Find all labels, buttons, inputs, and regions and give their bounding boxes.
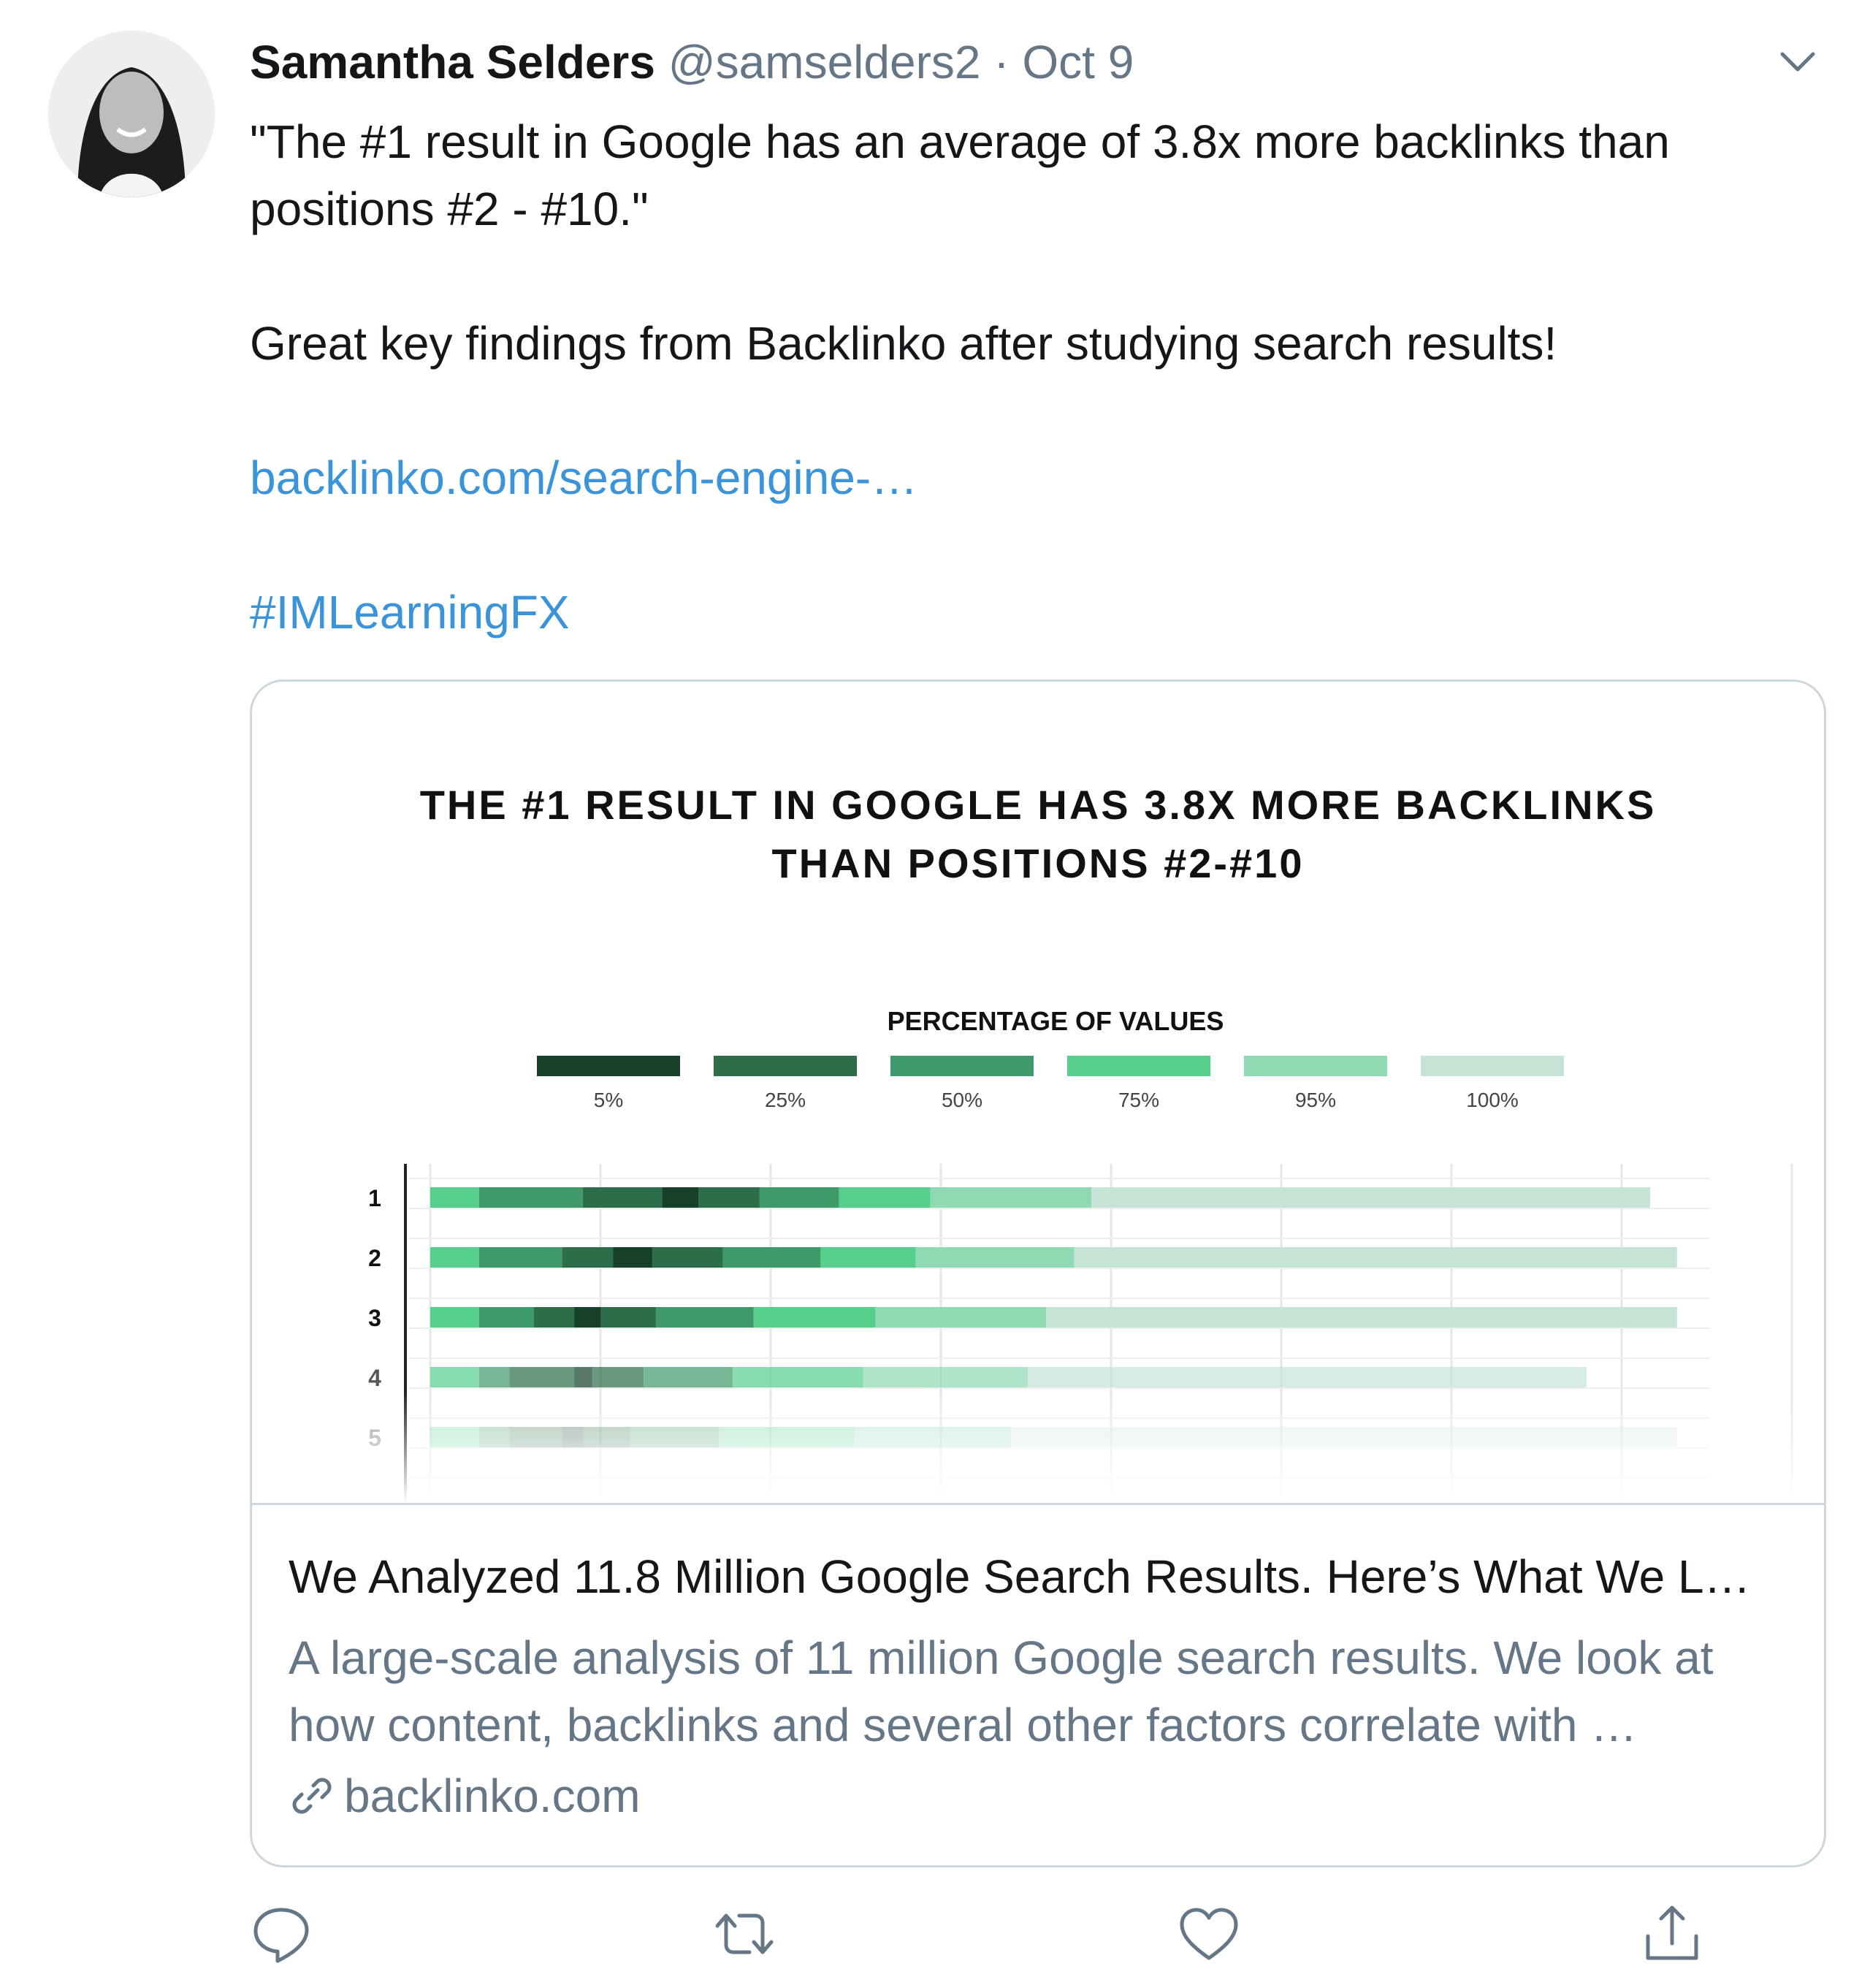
legend-swatch (1067, 1056, 1210, 1076)
card-image: THE #1 RESULT IN GOOGLE HAS 3.8X MORE BA… (252, 682, 1824, 1509)
reply-button[interactable] (250, 1903, 313, 1965)
bar-segment (1028, 1367, 1587, 1387)
card-domain[interactable]: backlinko.com (289, 1769, 641, 1823)
chart-title: THE #1 RESULT IN GOOGLE HAS 3.8X MORE BA… (420, 782, 1657, 828)
bar-segment (839, 1187, 931, 1208)
bar-segment (863, 1367, 1028, 1387)
link-preview-card[interactable]: THE #1 RESULT IN GOOGLE HAS 3.8X MORE BA… (250, 679, 1826, 1867)
legend-label: 95% (1295, 1089, 1336, 1111)
bar-segment (478, 1247, 562, 1268)
bar-segment (478, 1307, 534, 1328)
bar-segment (655, 1307, 754, 1328)
legend-label: 5% (594, 1089, 623, 1111)
bar-segment (1074, 1247, 1677, 1268)
link-icon (292, 1778, 332, 1814)
like-button[interactable] (1178, 1903, 1240, 1965)
bar-segment (662, 1187, 699, 1208)
author-name[interactable]: Samantha Selders (250, 36, 655, 88)
bar-segment (1046, 1307, 1677, 1328)
bar-segment (1091, 1187, 1650, 1208)
legend-label: 75% (1118, 1089, 1159, 1111)
chart-row (430, 1307, 1677, 1328)
bar-segment (875, 1307, 1047, 1328)
like-icon (1180, 1908, 1238, 1960)
card-domain-text: backlinko.com (344, 1770, 641, 1822)
legend-label: 50% (942, 1089, 982, 1111)
legend-swatch (537, 1056, 680, 1076)
bar-segment (613, 1247, 652, 1268)
bar-segment (430, 1247, 479, 1268)
tweet-text: "The #1 result in Google has an average … (250, 108, 1798, 646)
y-tick-label: 2 (368, 1245, 381, 1271)
bar-segment (644, 1367, 733, 1387)
avatar[interactable] (48, 31, 215, 197)
separator-dot: · (993, 36, 1010, 88)
bar-segment (820, 1247, 916, 1268)
bar-segment (533, 1307, 575, 1328)
bar-segment (478, 1187, 583, 1208)
bar-segment (733, 1367, 863, 1387)
legend-swatch (1244, 1056, 1387, 1076)
legend-swatch (890, 1056, 1034, 1076)
legend-swatch (714, 1056, 857, 1076)
bar-segment (930, 1187, 1092, 1208)
bar-segment (478, 1367, 510, 1387)
chart-fade (252, 1390, 1824, 1503)
bar-segment (600, 1307, 656, 1328)
y-tick-label: 1 (368, 1185, 381, 1211)
bar-segment (430, 1367, 479, 1387)
bar-segment (430, 1187, 479, 1208)
bar-segment (753, 1307, 876, 1328)
tweet-link[interactable]: backlinko.com/search-engine-… (250, 452, 917, 504)
tweet-date[interactable]: Oct 9 (1022, 36, 1134, 88)
card-description-line: how content, backlinks and several other… (289, 1699, 1638, 1751)
bar-segment (759, 1187, 839, 1208)
bar-segment (574, 1307, 601, 1328)
bar-segment (722, 1247, 821, 1268)
card-description: A large-scale analysis of 11 million Goo… (289, 1624, 1793, 1759)
bar-segment (592, 1367, 644, 1387)
card-title[interactable]: We Analyzed 11.8 Million Google Search R… (289, 1550, 1751, 1604)
profile-photo (48, 31, 215, 197)
chart-title-line2: THAN POSITIONS #2-#10 (772, 840, 1305, 886)
chart-row (430, 1187, 1650, 1208)
chart: THE #1 RESULT IN GOOGLE HAS 3.8X MORE BA… (252, 782, 1824, 1509)
bar-segment (509, 1367, 575, 1387)
bar-segment (574, 1367, 593, 1387)
tweet-text-line: positions #2 - #10." (250, 183, 649, 235)
legend-swatch (1421, 1056, 1564, 1076)
chart-row (430, 1247, 1677, 1268)
more-options-button[interactable] (1772, 37, 1823, 88)
legend-label: 25% (765, 1089, 806, 1111)
card-description-line: A large-scale analysis of 11 million Goo… (289, 1631, 1714, 1684)
y-tick-label: 4 (368, 1365, 381, 1391)
bar-segment (915, 1247, 1075, 1268)
share-icon (1646, 1905, 1698, 1960)
hashtag-link[interactable]: #IMLearningFX (250, 586, 570, 639)
tweet-text-paragraph: Great key findings from Backlinko after … (250, 317, 1557, 370)
chart-legend: 5% 25% 50% 75% 95% 100% (537, 1056, 1564, 1111)
tweet-text-line: "The #1 result in Google has an average … (250, 115, 1670, 168)
share-button[interactable] (1641, 1903, 1703, 1965)
retweet-button[interactable] (713, 1903, 776, 1965)
bar-segment (652, 1247, 723, 1268)
chart-row (430, 1367, 1587, 1387)
author-handle[interactable]: @samselders2 (668, 36, 981, 88)
bar-segment (698, 1187, 760, 1208)
bar-segment (582, 1187, 663, 1208)
card-divider (252, 1503, 1824, 1505)
y-tick-label: 3 (368, 1305, 381, 1331)
legend-title: PERCENTAGE OF VALUES (888, 1006, 1224, 1036)
tweet-actions (0, 1903, 1870, 1968)
retweet-icon (715, 1913, 774, 1954)
legend-label: 100% (1466, 1089, 1519, 1111)
bar-segment (562, 1247, 614, 1268)
reply-icon (253, 1908, 309, 1963)
tweet-header: Samantha Selders @samselders2 · Oct 9 (250, 35, 1134, 89)
chevron-down-icon (1780, 52, 1815, 72)
bar-segment (430, 1307, 479, 1328)
